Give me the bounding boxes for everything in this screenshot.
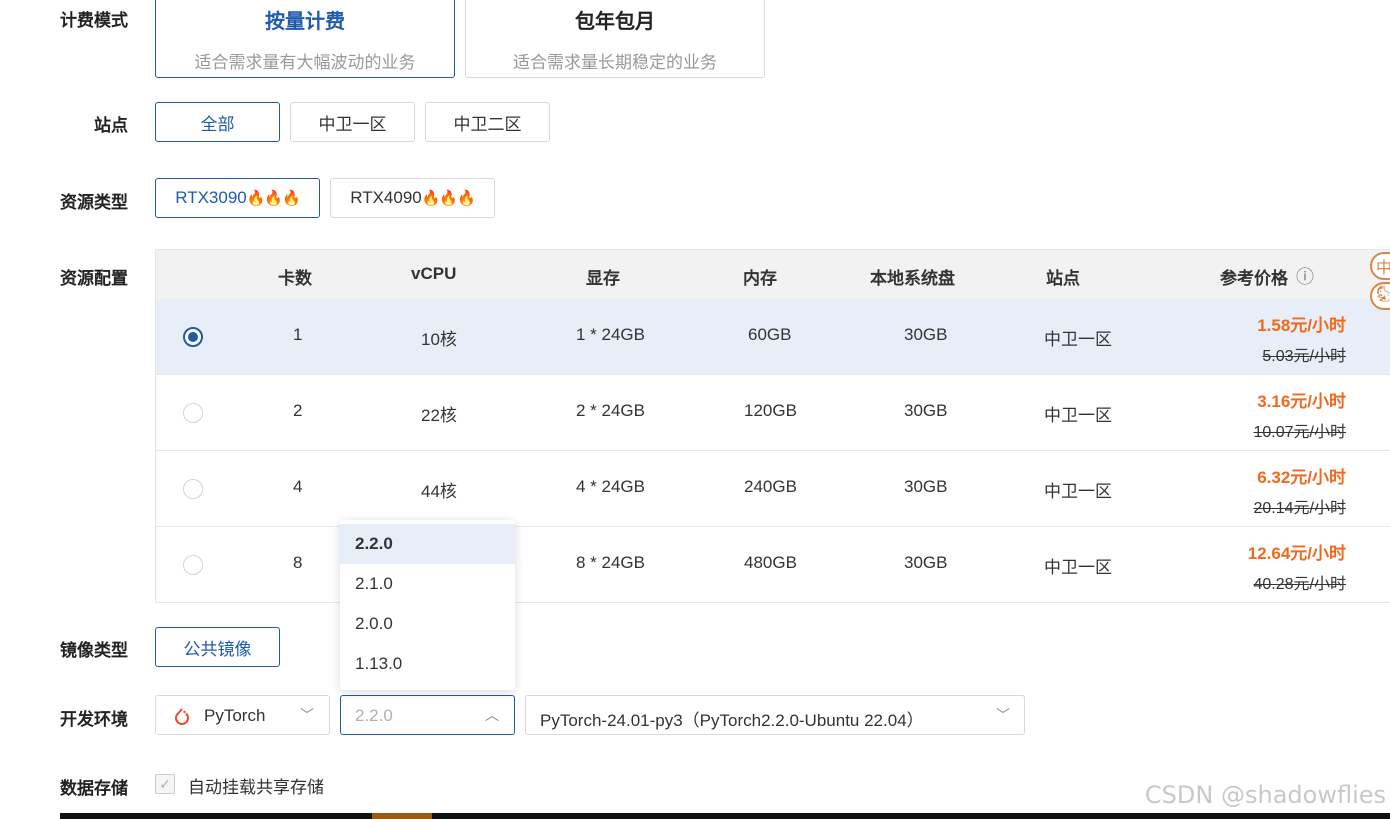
price-original: 10.07元/小时 <box>1253 424 1347 441</box>
price-current: 12.64元/小时 <box>1247 544 1346 563</box>
bottom-bar <box>60 813 1390 819</box>
row-radio[interactable] <box>183 327 203 347</box>
site-label: 站点 <box>94 116 128 135</box>
header-cards: 卡数 <box>278 269 312 288</box>
cell-disk: 30GB <box>904 325 948 344</box>
table-row[interactable]: 4 44核 4 * 24GB 240GB 30GB 中卫一区 6.32元/小时 … <box>156 451 1390 527</box>
site-option-zw1[interactable]: 中卫一区 <box>290 102 415 142</box>
billing-option-pay-as-you-go[interactable]: 按量计费 适合需求量有大幅波动的业务 <box>155 0 455 78</box>
header-disk: 本地系统盘 <box>870 269 955 288</box>
image-select[interactable]: PyTorch-24.01-py3（PyTorch2.2.0-Ubuntu 22… <box>525 695 1025 735</box>
cell-mem: 120GB <box>744 401 797 420</box>
chevron-down-icon: ﹀ <box>996 707 1010 723</box>
cell-site: 中卫一区 <box>1044 330 1112 349</box>
cell-vcpu: 44核 <box>421 482 457 501</box>
squirrel-icon[interactable]: 🐿 <box>1370 282 1390 310</box>
cell-price: 3.16元/小时 10.07元/小时 <box>1236 387 1347 442</box>
image-option-public[interactable]: 公共镜像 <box>155 627 280 667</box>
header-vcpu: vCPU <box>411 264 457 283</box>
cell-site: 中卫一区 <box>1044 558 1112 577</box>
fire-icon: 🔥🔥🔥 <box>246 190 301 207</box>
cell-site: 中卫一区 <box>1044 482 1112 501</box>
version-option[interactable]: 2.0.0 <box>340 604 515 644</box>
image-value: PyTorch-24.01-py3（PyTorch2.2.0-Ubuntu 22… <box>540 711 924 730</box>
site-option-all[interactable]: 全部 <box>155 102 280 142</box>
row-radio[interactable] <box>183 555 203 575</box>
price-original: 20.14元/小时 <box>1253 500 1347 517</box>
cell-mem: 240GB <box>744 477 797 496</box>
cell-price: 6.32元/小时 20.14元/小时 <box>1236 463 1347 518</box>
header-mem: 内存 <box>743 269 777 288</box>
cell-cards: 8 <box>293 553 303 572</box>
billing-label: 计费模式 <box>60 11 128 30</box>
header-site: 站点 <box>1046 269 1080 288</box>
info-icon[interactable]: ⓘ <box>1296 263 1314 289</box>
billing-option-subscription[interactable]: 包年包月 适合需求量长期稳定的业务 <box>465 0 765 78</box>
table-row[interactable]: 2 22核 2 * 24GB 120GB 30GB 中卫一区 3.16元/小时 … <box>156 375 1390 451</box>
version-placeholder: 2.2.0 <box>355 706 393 725</box>
chevron-up-icon: ︿ <box>485 707 499 723</box>
pytorch-icon <box>175 708 189 725</box>
price-current: 6.32元/小时 <box>1257 468 1346 487</box>
header-price: 参考价格 <box>1220 269 1288 288</box>
price-current: 3.16元/小时 <box>1257 392 1346 411</box>
billing-option-desc: 适合需求量长期稳定的业务 <box>513 53 717 72</box>
cell-site: 中卫一区 <box>1044 406 1112 425</box>
cell-mem: 480GB <box>744 553 797 572</box>
dev-env-label: 开发环境 <box>60 710 128 729</box>
version-dropdown-menu: 2.2.0 2.1.0 2.0.0 1.13.0 <box>340 520 515 690</box>
cell-cards: 1 <box>293 325 303 344</box>
cell-disk: 30GB <box>904 553 948 572</box>
auto-mount-checkbox[interactable]: ✓ <box>155 774 175 794</box>
cell-gpu-mem: 2 * 24GB <box>576 401 645 420</box>
framework-select[interactable]: PyTorch ﹀ <box>155 695 330 735</box>
storage-label: 数据存储 <box>60 779 128 798</box>
header-gpu-mem: 显存 <box>586 269 620 288</box>
resource-option-rtx4090[interactable]: RTX4090 🔥🔥🔥 <box>330 178 495 218</box>
cell-vcpu: 10核 <box>421 330 457 349</box>
billing-option-title: 按量计费 <box>265 11 345 33</box>
cell-cards: 2 <box>293 401 303 420</box>
cell-disk: 30GB <box>904 401 948 420</box>
cell-disk: 30GB <box>904 477 948 496</box>
fire-icon: 🔥🔥🔥 <box>421 190 476 207</box>
price-original: 40.28元/小时 <box>1253 576 1347 593</box>
cell-mem: 60GB <box>748 325 792 344</box>
resource-option-label: RTX3090 <box>175 188 247 207</box>
resource-option-rtx3090[interactable]: RTX3090 🔥🔥🔥 <box>155 178 320 218</box>
billing-option-desc: 适合需求量有大幅波动的业务 <box>194 53 416 72</box>
cell-gpu-mem: 8 * 24GB <box>576 553 645 572</box>
resource-type-label: 资源类型 <box>60 193 128 212</box>
cell-gpu-mem: 1 * 24GB <box>576 325 645 344</box>
row-radio[interactable] <box>183 403 203 423</box>
watermark: CSDN @shadowflies <box>1144 781 1386 809</box>
version-option[interactable]: 1.13.0 <box>340 644 515 684</box>
cell-price: 12.64元/小时 40.28元/小时 <box>1236 539 1346 594</box>
chevron-down-icon: ﹀ <box>300 707 314 723</box>
version-select[interactable]: 2.2.0 ︿ <box>340 695 515 735</box>
framework-value: PyTorch <box>204 706 266 725</box>
resource-config-label: 资源配置 <box>60 269 128 288</box>
auto-mount-label: 自动挂载共享存储 <box>188 778 324 797</box>
cell-vcpu: 22核 <box>421 406 457 425</box>
price-original: 5.03元/小时 <box>1262 348 1346 365</box>
table-row[interactable]: 1 10核 1 * 24GB 60GB 30GB 中卫一区 1.58元/小时 5… <box>156 299 1390 375</box>
image-type-label: 镜像类型 <box>60 641 128 660</box>
version-option[interactable]: 2.2.0 <box>340 524 515 564</box>
site-option-zw2[interactable]: 中卫二区 <box>425 102 550 142</box>
cell-gpu-mem: 4 * 24GB <box>576 477 645 496</box>
billing-option-title: 包年包月 <box>575 11 655 33</box>
side-float-widget[interactable]: 中 <box>1370 252 1390 280</box>
cell-cards: 4 <box>293 477 303 496</box>
price-current: 1.58元/小时 <box>1257 316 1346 335</box>
cell-price: 1.58元/小时 5.03元/小时 <box>1236 311 1346 366</box>
bottom-bar-segment <box>372 813 432 819</box>
resource-option-label: RTX4090 <box>350 188 422 207</box>
row-radio[interactable] <box>183 479 203 499</box>
version-option[interactable]: 2.1.0 <box>340 564 515 604</box>
table-header: 卡数 vCPU 显存 内存 本地系统盘 站点 参考价格 ⓘ <box>156 250 1390 299</box>
